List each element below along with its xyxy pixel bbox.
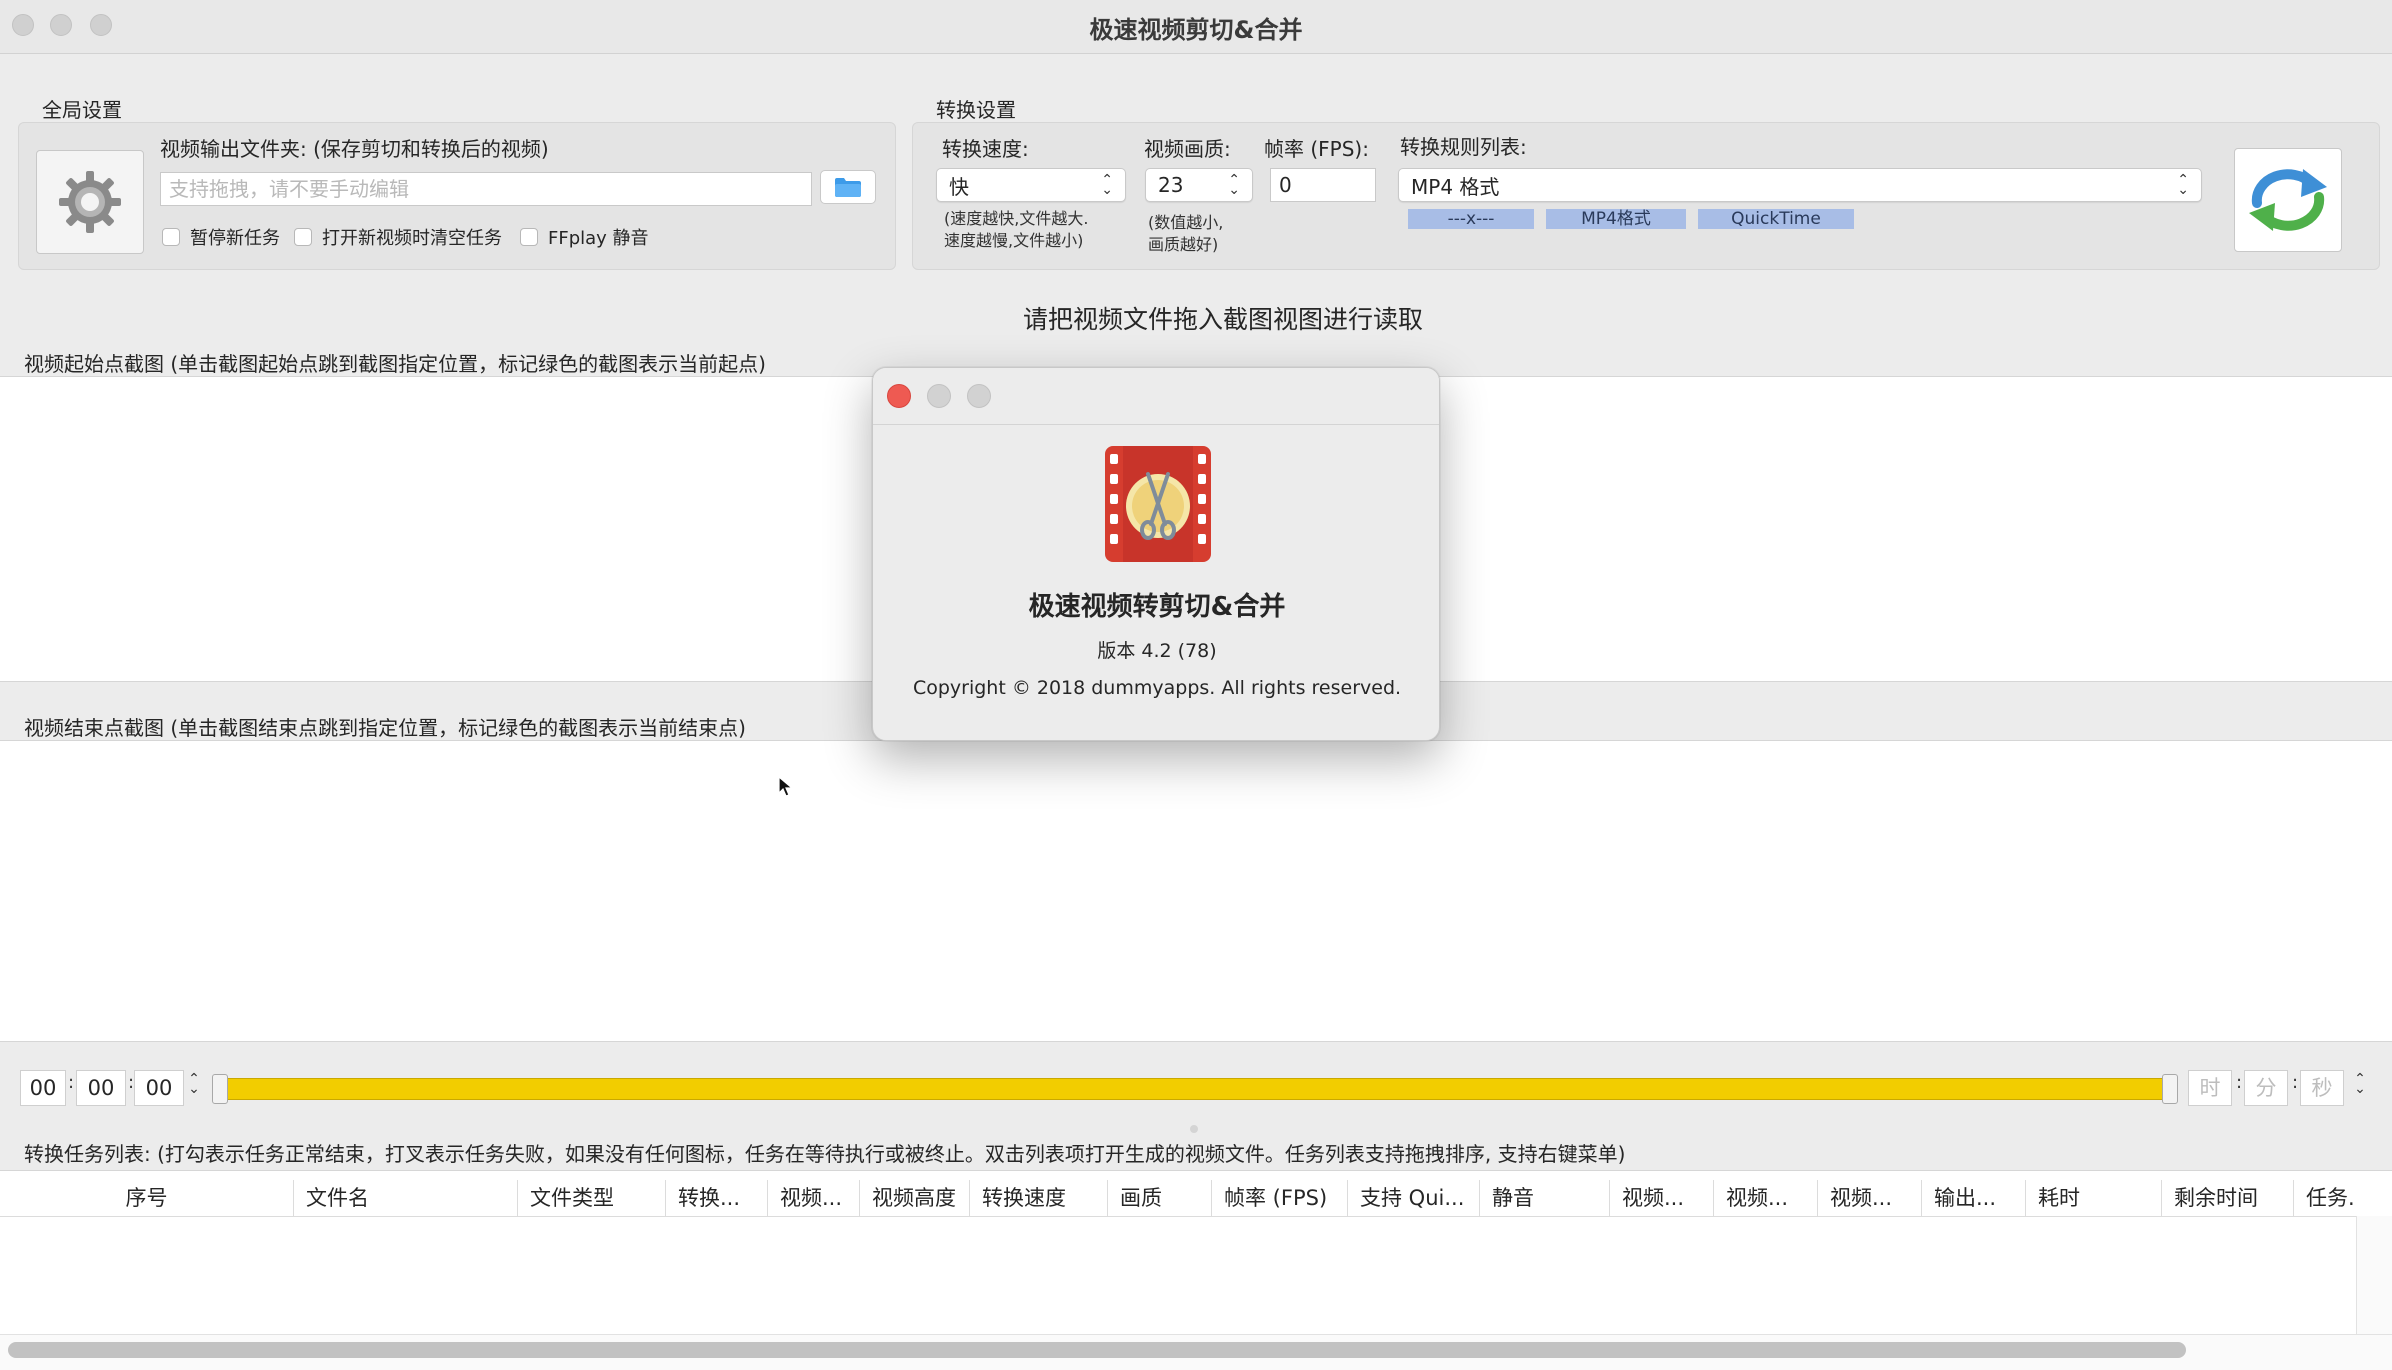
window-title: 极速视频剪切&合并	[1089, 16, 1303, 44]
start-convert-button[interactable]	[2234, 148, 2342, 252]
time-separator: :	[68, 1072, 75, 1093]
speed-label: 转换速度:	[942, 137, 1029, 161]
quality-note-1: (数值越小,	[1148, 213, 1224, 232]
rules-select[interactable]: MP4 格式 ⌃ ⌄	[1398, 168, 2202, 202]
rules-label: 转换规则列表:	[1400, 135, 1527, 159]
fps-input[interactable]	[1270, 168, 1376, 202]
refresh-icon	[2249, 169, 2327, 231]
about-close-button[interactable]	[887, 384, 911, 408]
column-header-convert-speed[interactable]: 转换速度	[970, 1180, 1108, 1216]
horizontal-scrollbar-thumb[interactable]	[8, 1342, 2186, 1358]
start-hours-field[interactable]: 00	[20, 1070, 66, 1106]
mouse-pointer-icon	[778, 776, 794, 797]
start-minutes-field[interactable]: 00	[76, 1070, 126, 1106]
folder-icon	[835, 178, 861, 197]
speed-note-2: 速度越慢,文件越小)	[944, 231, 1084, 250]
column-header-mute[interactable]: 静音	[1480, 1180, 1610, 1216]
settings-gear-button[interactable]	[36, 150, 144, 254]
about-title-bar	[873, 368, 1439, 425]
browse-folder-button[interactable]	[820, 170, 876, 204]
quality-label: 视频画质:	[1144, 137, 1231, 161]
ffplay-mute-label: FFplay 静音	[548, 228, 649, 249]
pause-new-tasks-option[interactable]: 暂停新任务	[162, 224, 280, 250]
pause-new-tasks-checkbox[interactable]	[162, 228, 180, 246]
column-header-index[interactable]: 序号	[0, 1180, 294, 1216]
task-list-label: 转换任务列表: (打勾表示任务正常结束，打叉表示任务失败，如果没有任何图标，任务…	[24, 1142, 1626, 1166]
output-folder-label: 视频输出文件夹: (保存剪切和转换后的视频)	[160, 137, 549, 161]
rule-tag-quicktime[interactable]: QuickTime	[1698, 209, 1854, 229]
end-seconds-field[interactable]: 秒	[2300, 1070, 2344, 1106]
start-snapshots-label: 视频起始点截图 (单击截图起始点跳到截图指定位置，标记绿色的截图表示当前起点)	[24, 352, 766, 376]
updown-chevron-icon: ⌃ ⌄	[1101, 172, 1113, 198]
clear-on-open-label: 打开新视频时清空任务	[322, 228, 502, 249]
fps-label: 帧率 (FPS):	[1264, 137, 1369, 161]
column-header-task[interactable]: 任务.	[2294, 1180, 2356, 1216]
convert-settings-label: 转换设置	[936, 98, 1016, 122]
speed-value: 快	[949, 174, 969, 199]
quality-stepper[interactable]: 23 ⌃ ⌄	[1145, 168, 1253, 202]
column-header-video-height[interactable]: 视频高度	[860, 1180, 970, 1216]
clear-on-open-checkbox[interactable]	[294, 228, 312, 246]
vertical-scrollbar-track[interactable]	[2356, 1216, 2392, 1334]
pause-new-tasks-label: 暂停新任务	[190, 228, 280, 249]
about-app-name: 极速视频转剪切&合并	[1028, 592, 1286, 622]
quality-value: 23	[1158, 173, 1184, 197]
column-header-video[interactable]: 视频...	[768, 1180, 860, 1216]
about-dialog: 极速视频转剪切&合并 版本 4.2 (78) Copyright © 2018 …	[872, 367, 1440, 741]
about-copyright: Copyright © 2018 dummyapps. All rights r…	[912, 677, 1402, 699]
end-time-stepper[interactable]: ⌃ ⌄	[2352, 1072, 2368, 1096]
end-hours-field[interactable]: 时	[2188, 1070, 2232, 1106]
global-settings-label: 全局设置	[42, 98, 122, 122]
about-version: 版本 4.2 (78)	[1097, 640, 1217, 662]
output-folder-input[interactable]	[160, 172, 812, 206]
speed-note-1: (速度越快,文件越大.	[944, 209, 1089, 228]
column-header-video-b[interactable]: 视频...	[1714, 1180, 1818, 1216]
rules-value: MP4 格式	[1411, 174, 1500, 199]
about-minimize-button[interactable]	[927, 384, 951, 408]
clear-on-open-option[interactable]: 打开新视频时清空任务	[294, 224, 502, 250]
start-time-stepper[interactable]: ⌃ ⌄	[186, 1072, 202, 1096]
end-slider-handle[interactable]	[2162, 1074, 2178, 1104]
stepper-arrows-icon[interactable]: ⌃ ⌄	[1228, 173, 1240, 197]
end-minutes-field[interactable]: 分	[2244, 1070, 2288, 1106]
column-header-quality[interactable]: 画质	[1108, 1180, 1212, 1216]
start-seconds-field[interactable]: 00	[134, 1070, 184, 1106]
title-bar: 极速视频剪切&合并	[0, 0, 2392, 54]
column-header-elapsed[interactable]: 耗时	[2026, 1180, 2162, 1216]
drop-hint: 请把视频文件拖入截图视图进行读取	[1022, 305, 1423, 334]
quality-note-2: 画质越好)	[1148, 235, 1219, 254]
column-header-output[interactable]: 输出...	[1922, 1180, 2026, 1216]
updown-chevron-icon: ⌃ ⌄	[2177, 172, 2189, 198]
column-header-filename[interactable]: 文件名	[294, 1180, 518, 1216]
column-header-remaining[interactable]: 剩余时间	[2162, 1180, 2294, 1216]
rule-tag-none[interactable]: ---x---	[1408, 209, 1534, 229]
column-header-video-c[interactable]: 视频...	[1818, 1180, 1922, 1216]
ffplay-mute-option[interactable]: FFplay 静音	[520, 224, 649, 250]
column-header-quicktime[interactable]: 支持 Qui...	[1348, 1180, 1480, 1216]
rule-tag-mp4[interactable]: MP4格式	[1546, 209, 1686, 229]
gear-icon	[59, 171, 121, 233]
column-header-video-a[interactable]: 视频...	[1610, 1180, 1714, 1216]
time-separator: :	[2236, 1072, 2243, 1093]
speed-select[interactable]: 快 ⌃ ⌄	[936, 168, 1126, 202]
time-separator: :	[2292, 1072, 2299, 1093]
end-snapshots-panel[interactable]	[0, 740, 2392, 1042]
column-header-filetype[interactable]: 文件类型	[518, 1180, 666, 1216]
column-header-fps[interactable]: 帧率 (FPS)	[1212, 1180, 1348, 1216]
split-handle[interactable]	[1190, 1125, 1198, 1133]
app-logo-icon	[1105, 446, 1211, 562]
start-slider-handle[interactable]	[212, 1074, 228, 1104]
timeline-range-slider[interactable]	[212, 1078, 2176, 1100]
about-zoom-button[interactable]	[967, 384, 991, 408]
end-snapshots-label: 视频结束点截图 (单击截图结束点跳到指定位置，标记绿色的截图表示当前结束点)	[24, 716, 746, 740]
column-header-convert[interactable]: 转换...	[666, 1180, 768, 1216]
table-header-divider	[0, 1216, 2356, 1217]
ffplay-mute-checkbox[interactable]	[520, 228, 538, 246]
